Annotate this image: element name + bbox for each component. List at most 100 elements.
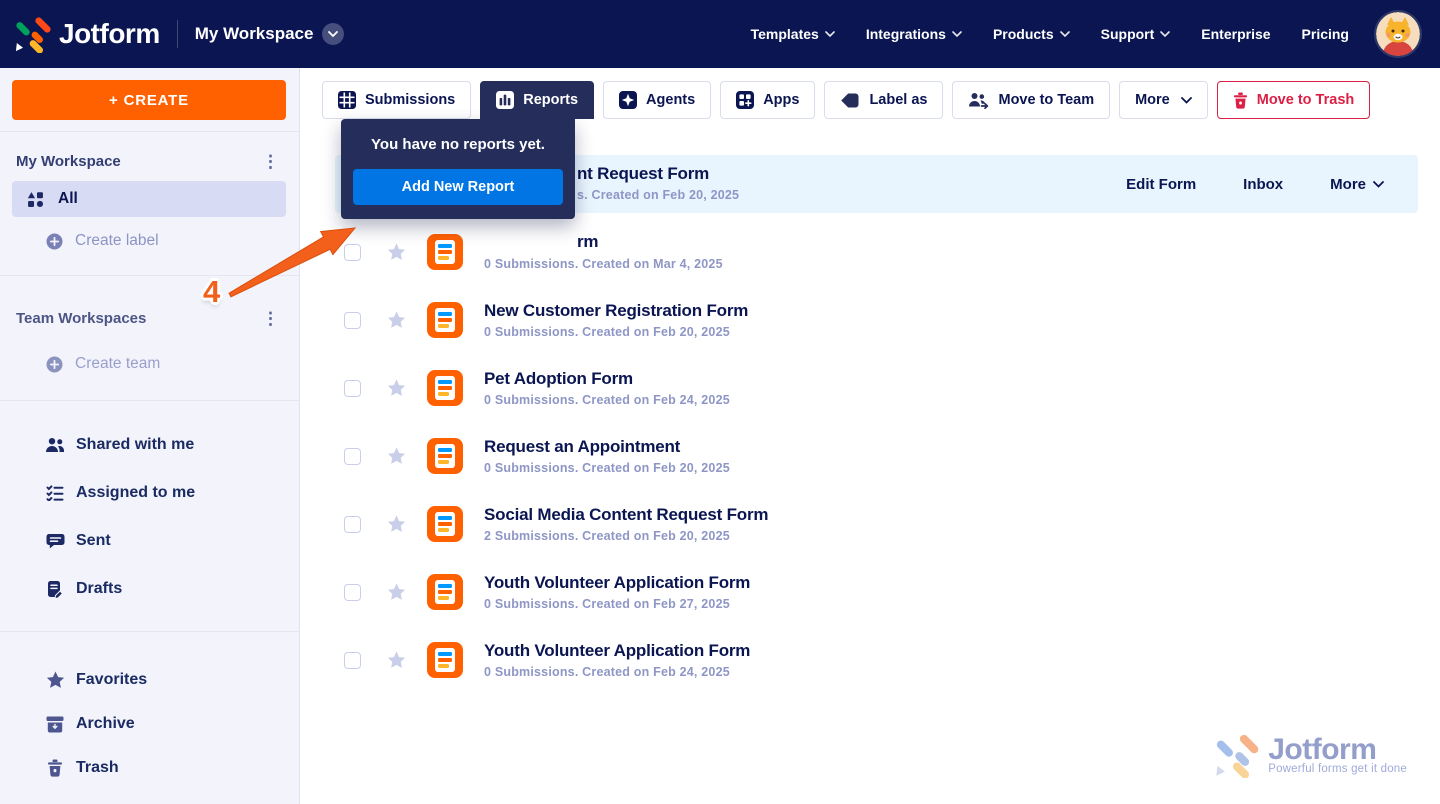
submissions-button[interactable]: Submissions <box>322 81 472 119</box>
nav-item-templates[interactable]: Templates <box>751 26 835 42</box>
sidebar-item-drafts[interactable]: Drafts <box>0 565 299 613</box>
more-button[interactable]: More <box>1119 81 1208 119</box>
trash-icon <box>1233 92 1247 109</box>
form-icon <box>427 642 463 678</box>
move-to-trash-button[interactable]: Move to Trash <box>1216 81 1371 119</box>
reports-button[interactable]: Reports <box>480 81 595 119</box>
row-checkbox[interactable] <box>344 447 361 465</box>
workspace-switcher[interactable]: My Workspace <box>195 23 345 45</box>
row-actions: Edit Form Inbox More <box>1126 176 1418 193</box>
trash-icon <box>45 759 65 777</box>
chevron-down-icon <box>1180 96 1192 104</box>
favorite-star-icon[interactable] <box>387 243 406 261</box>
team-workspaces-section-header: Team Workspaces ⋮ <box>0 306 299 330</box>
nav-item-support[interactable]: Support <box>1101 26 1171 42</box>
form-row[interactable]: Request an Appointment 0 Submissions. Cr… <box>335 427 1418 485</box>
checklist-icon <box>45 485 65 501</box>
sidebar-item-archive[interactable]: Archive <box>0 702 299 746</box>
submissions-grid-icon <box>338 91 356 109</box>
create-team-button[interactable]: Create team <box>0 346 299 382</box>
nav-item-pricing[interactable]: Pricing <box>1302 26 1349 42</box>
favorite-star-icon[interactable] <box>387 515 406 533</box>
create-button[interactable]: + CREATE <box>12 80 286 120</box>
agents-sparkle-icon <box>619 91 638 109</box>
form-row-text: Pet Adoption Form 0 Submissions. Created… <box>484 368 730 409</box>
navbar-menu: Templates Integrations Products Support … <box>751 12 1420 56</box>
row-more-button[interactable]: More <box>1330 176 1384 193</box>
form-row[interactable]: Youth Volunteer Application Form 0 Submi… <box>335 631 1418 689</box>
kebab-menu-icon[interactable]: ⋮ <box>262 310 279 327</box>
nav-item-integrations[interactable]: Integrations <box>866 26 962 42</box>
chevron-down-icon <box>1373 180 1384 188</box>
sidebar-item-shared-with-me[interactable]: Shared with me <box>0 421 299 469</box>
form-icon <box>427 234 463 270</box>
top-navbar: Jotform My Workspace Templates Integrati… <box>0 0 1440 68</box>
nav-item-label: Pricing <box>1301 26 1349 42</box>
brand-name: Jotform <box>59 18 160 49</box>
button-label: Submissions <box>365 92 456 108</box>
label-as-button[interactable]: Label as <box>824 81 944 119</box>
jotform-logo-icon <box>15 17 51 53</box>
form-icon <box>427 370 463 406</box>
sidebar-item-assigned-to-me[interactable]: Assigned to me <box>0 469 299 517</box>
form-title: Social Media Content Request Form <box>484 504 769 524</box>
inbox-button[interactable]: Inbox <box>1243 176 1283 193</box>
user-avatar[interactable] <box>1376 12 1420 56</box>
favorite-star-icon[interactable] <box>387 379 406 397</box>
form-row[interactable]: rm 0 Submissions. Created on Mar 4, 2025 <box>335 223 1418 281</box>
button-label: Label as <box>869 92 928 108</box>
sidebar-item-favorites[interactable]: Favorites <box>0 658 299 702</box>
edit-form-button[interactable]: Edit Form <box>1126 176 1196 193</box>
row-checkbox[interactable] <box>344 311 361 329</box>
all-shapes-icon <box>25 191 45 208</box>
sidebar-item-all[interactable]: All <box>12 181 286 217</box>
sidebar-divider <box>0 400 299 401</box>
brand-home-link[interactable]: Jotform <box>14 15 160 53</box>
row-checkbox[interactable] <box>344 583 361 601</box>
workspace-sidebar: + CREATE My Workspace ⋮ All Create label <box>0 68 300 804</box>
move-to-team-button[interactable]: Move to Team <box>952 81 1111 119</box>
kebab-menu-icon[interactable]: ⋮ <box>262 153 279 170</box>
favorite-star-icon[interactable] <box>387 651 406 669</box>
label-tag-icon <box>841 93 859 107</box>
sidebar-item-trash[interactable]: Trash <box>0 746 299 790</box>
sidebar-item-sent[interactable]: Sent <box>0 517 299 565</box>
form-subtitle: 2 Submissions. Created on Feb 20, 2025 <box>484 528 730 543</box>
add-new-report-button[interactable]: Add New Report <box>353 169 563 205</box>
agents-button[interactable]: Agents <box>603 81 712 119</box>
sidebar-item-label: Shared with me <box>76 436 195 453</box>
apps-button[interactable]: Apps <box>720 81 816 119</box>
watermark-text: Jotform Powerful forms get it done <box>1268 735 1407 776</box>
create-label-button[interactable]: Create label <box>0 223 299 259</box>
sidebar-item-label: All <box>58 190 78 207</box>
chevron-down-icon <box>952 31 962 37</box>
button-label: More <box>1330 175 1366 193</box>
form-row[interactable]: Youth Volunteer Application Form 0 Submi… <box>335 563 1418 621</box>
sidebar-item-label: Archive <box>76 715 135 732</box>
jotform-watermark-icon <box>1216 734 1259 778</box>
row-checkbox[interactable] <box>344 379 361 397</box>
draft-document-icon <box>45 580 65 598</box>
form-row[interactable]: New Customer Registration Form 0 Submiss… <box>335 291 1418 349</box>
form-title-fragment: nt Request Form <box>577 164 710 183</box>
row-checkbox[interactable] <box>344 651 361 669</box>
form-row-text: Youth Volunteer Application Form 0 Submi… <box>484 640 750 681</box>
form-subtitle: 0 Submissions. Created on Feb 24, 2025 <box>484 664 730 679</box>
reports-popover: You have no reports yet. Add New Report <box>341 119 575 219</box>
favorite-star-icon[interactable] <box>387 583 406 601</box>
nav-item-enterprise[interactable]: Enterprise <box>1201 26 1270 42</box>
form-row[interactable]: Social Media Content Request Form 2 Subm… <box>335 495 1418 553</box>
nav-item-label: Integrations <box>865 26 946 42</box>
form-row[interactable]: Pet Adoption Form 0 Submissions. Created… <box>335 359 1418 417</box>
favorite-star-icon[interactable] <box>387 311 406 329</box>
form-subtitle: 0 Submissions. Created on Feb 20, 2025 <box>484 460 730 475</box>
move-to-team-icon <box>969 92 989 109</box>
archive-box-icon <box>45 716 65 733</box>
row-checkbox[interactable] <box>344 515 361 533</box>
nav-item-products[interactable]: Products <box>993 26 1070 42</box>
avatar-cat-illustration <box>1376 12 1420 56</box>
row-checkbox[interactable] <box>344 243 361 261</box>
form-row-text: Social Media Content Request Form 2 Subm… <box>484 504 769 545</box>
form-row-text: 0 Submissions. Created on Mar 4, 2025 <box>484 232 723 273</box>
favorite-star-icon[interactable] <box>387 447 406 465</box>
